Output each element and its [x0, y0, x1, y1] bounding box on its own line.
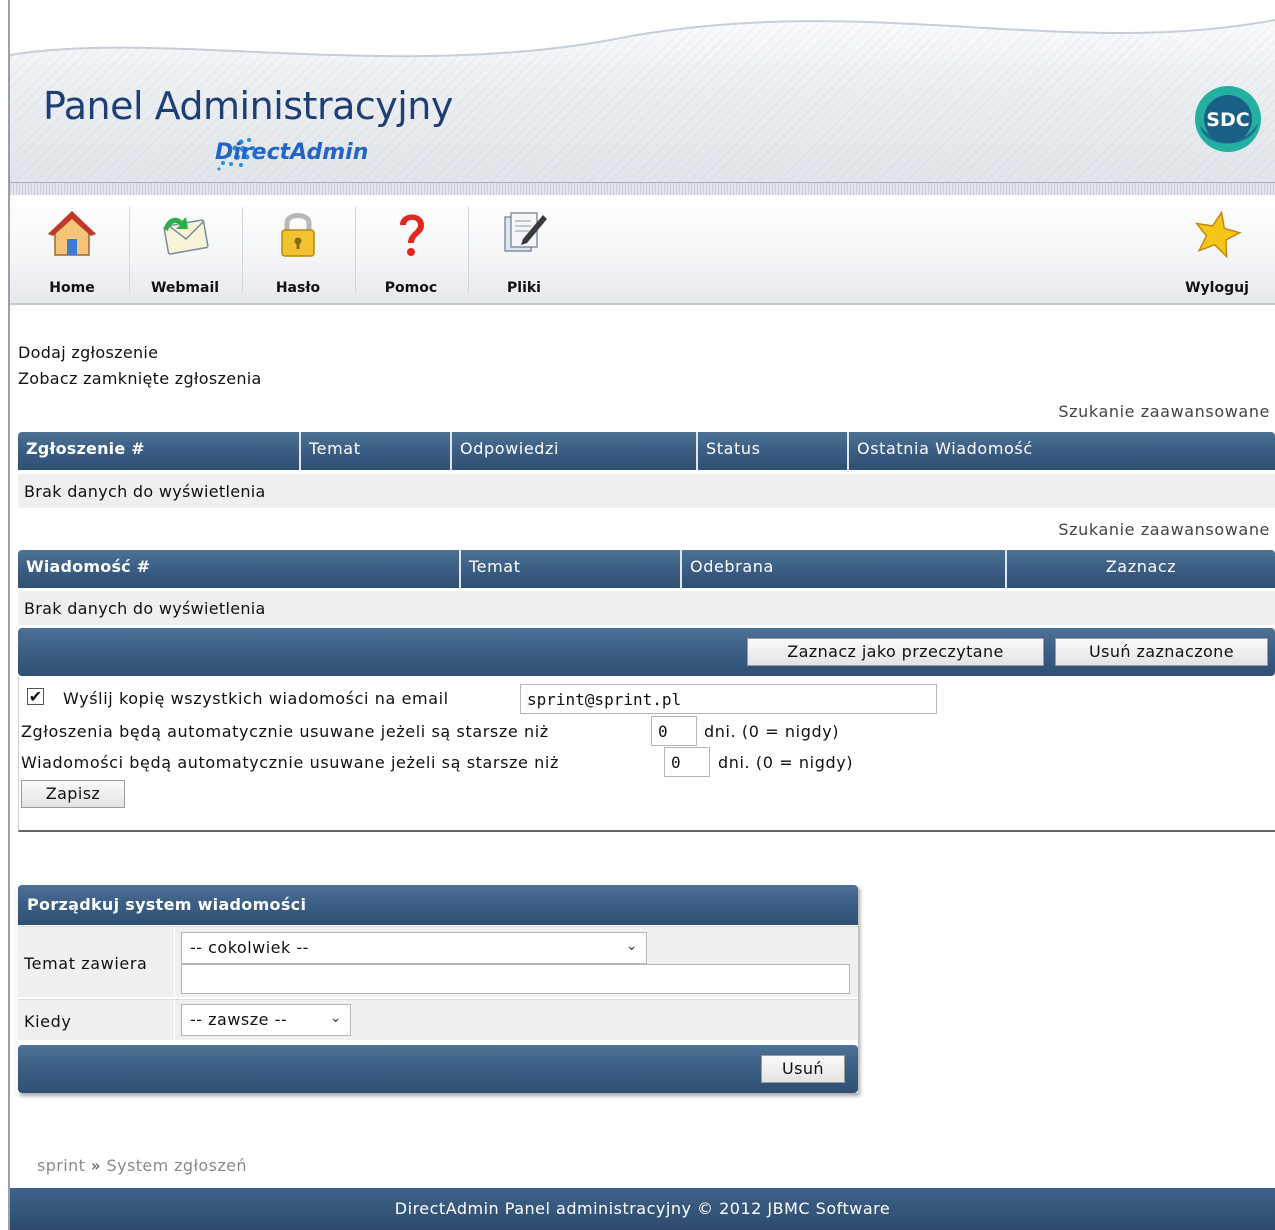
subject-select[interactable]: -- cokolwiek -- ⌄	[181, 932, 647, 964]
star-icon	[1194, 210, 1242, 259]
column-message-number[interactable]: Wiadomość #	[18, 550, 461, 588]
delete-selected-button[interactable]: Usuń zaznaczone	[1055, 638, 1268, 666]
header-wave	[10, 0, 1275, 58]
messages-days-suffix: dni. (0 = nigdy)	[718, 753, 854, 772]
messages-autodelete-label: Wiadomości będą automatycznie usuwane je…	[21, 753, 559, 772]
when-select-value: -- zawsze --	[190, 1010, 288, 1029]
nav-password-label: Hasło	[275, 280, 321, 296]
column-received[interactable]: Odebrana	[682, 550, 1007, 588]
nav-password[interactable]: Hasło	[241, 195, 355, 303]
toolbar: Home Webmail Hasło Pomoc Pliki Wyloguj	[10, 195, 1275, 305]
cleanup-title: Porządkuj system wiadomości	[27, 895, 307, 914]
footer: DirectAdmin Panel administracyjny © 2012…	[10, 1188, 1275, 1230]
mail-icon	[163, 217, 209, 255]
column-status[interactable]: Status	[698, 432, 849, 470]
breadcrumb: sprint » System zgłoszeń	[37, 1156, 247, 1175]
tickets-autodelete-label: Zgłoszenia będą automatycznie usuwane je…	[21, 722, 549, 741]
nav-webmail-label: Webmail	[150, 280, 220, 296]
cleanup-panel-header: Porządkuj system wiadomości	[18, 885, 858, 925]
messages-action-bar: Zaznacz jako przeczytane Usuń zaznaczone	[18, 628, 1275, 676]
help-icon	[400, 214, 424, 256]
column-subject[interactable]: Temat	[461, 550, 682, 588]
advanced-search-link[interactable]: Szukanie zaawansowane	[1058, 402, 1270, 421]
nav-logout-label: Wyloguj	[1185, 280, 1249, 296]
breadcrumb-separator: »	[90, 1156, 102, 1175]
breadcrumb-user[interactable]: sprint	[37, 1156, 85, 1175]
nav-help-label: Pomoc	[384, 280, 438, 296]
nav-files-label: Pliki	[507, 280, 541, 296]
subject-text-field[interactable]	[181, 964, 850, 994]
column-ticket-number[interactable]: Zgłoszenie #	[18, 432, 301, 470]
subject-select-value: -- cokolwiek --	[190, 938, 309, 957]
chevron-down-icon: ⌄	[329, 1010, 342, 1026]
tickets-days-field[interactable]	[651, 716, 697, 746]
settings-section: ✔ Wyślij kopię wszystkich wiadomości na …	[18, 677, 1275, 832]
advanced-search-link[interactable]: Szukanie zaawansowane	[1058, 520, 1270, 539]
when-label: Kiedy	[24, 1012, 72, 1031]
nav-home-label: Home	[49, 280, 95, 296]
nav-home[interactable]: Home	[15, 195, 129, 303]
header: Panel Administracyjny DirectAdmin SDC	[10, 0, 1275, 195]
nav-webmail[interactable]: Webmail	[128, 195, 242, 303]
copy-email-checkbox[interactable]: ✔	[27, 688, 44, 705]
messages-days-field[interactable]	[664, 747, 710, 777]
email-field[interactable]	[520, 684, 937, 714]
svg-text:SDC: SDC	[1206, 109, 1249, 131]
messages-empty-row: Brak danych do wyświetlenia	[18, 591, 1275, 625]
save-button[interactable]: Zapisz	[21, 780, 125, 808]
mark-read-button[interactable]: Zaznacz jako przeczytane	[747, 638, 1044, 666]
files-icon	[504, 212, 547, 252]
closed-tickets-link[interactable]: Zobacz zamknięte zgłoszenia	[18, 369, 262, 388]
subject-row: Temat zawiera -- cokolwiek -- ⌄	[18, 926, 858, 997]
messages-table-header: Wiadomość # Temat Odebrana Zaznacz	[18, 550, 1275, 588]
header-stripe	[10, 182, 1275, 195]
when-select[interactable]: -- zawsze -- ⌄	[181, 1004, 351, 1036]
chevron-down-icon: ⌄	[625, 938, 638, 954]
nav-files[interactable]: Pliki	[467, 195, 581, 303]
column-replies[interactable]: Odpowiedzi	[452, 432, 698, 470]
sdc-logo: SDC	[1195, 86, 1261, 152]
cleanup-action-bar: Usuń	[18, 1045, 858, 1093]
nav-logout[interactable]: Wyloguj	[1160, 195, 1274, 303]
tickets-empty-row: Brak danych do wyświetlenia	[18, 474, 1275, 508]
add-ticket-link[interactable]: Dodaj zgłoszenie	[18, 343, 158, 362]
tickets-days-suffix: dni. (0 = nigdy)	[704, 722, 840, 741]
nav-help[interactable]: Pomoc	[354, 195, 468, 303]
panel-title: Panel Administracyjny	[43, 84, 453, 128]
when-row: Kiedy -- zawsze -- ⌄	[18, 999, 858, 1040]
row-divider	[174, 1000, 175, 1040]
breadcrumb-page: System zgłoszeń	[106, 1156, 247, 1175]
column-subject[interactable]: Temat	[301, 432, 452, 470]
cleanup-panel: Porządkuj system wiadomości Temat zawier…	[18, 885, 858, 1093]
column-select[interactable]: Zaznacz	[1007, 550, 1275, 588]
delete-button[interactable]: Usuń	[761, 1055, 845, 1083]
copy-email-label: Wyślij kopię wszystkich wiadomości na em…	[63, 689, 449, 708]
home-icon	[48, 211, 96, 256]
column-last-message[interactable]: Ostatnia Wiadomość	[849, 432, 1275, 470]
subject-label: Temat zawiera	[24, 954, 148, 973]
tickets-table-header: Zgłoszenie # Temat Odpowiedzi Status Ost…	[18, 432, 1275, 470]
directadmin-logo-text: DirectAdmin	[215, 140, 369, 165]
lock-icon	[281, 213, 315, 257]
row-divider	[174, 927, 175, 997]
